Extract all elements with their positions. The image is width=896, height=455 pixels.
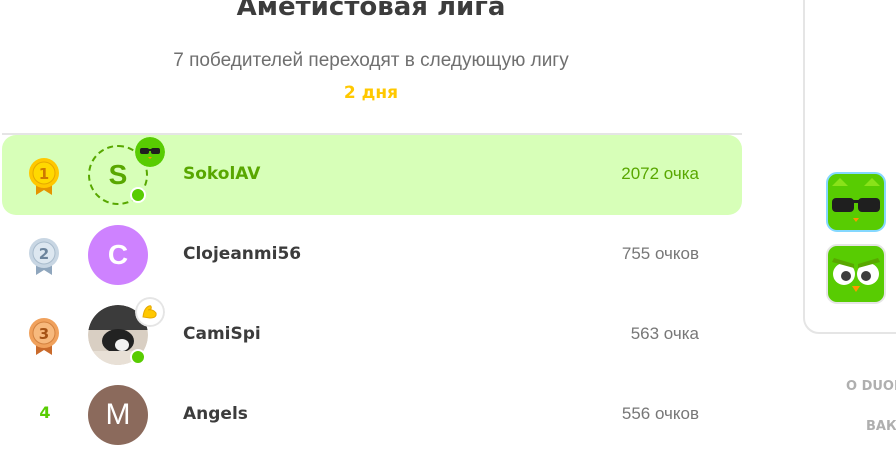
league-title: Аметистовая лига — [236, 0, 506, 22]
rank-label: 2 — [39, 245, 49, 263]
bronze-medal-icon: 3 — [29, 318, 59, 355]
leaderboard-row[interactable]: 4 M Angels 556 очков — [2, 375, 742, 455]
sunglasses-owl-icon — [826, 172, 886, 232]
league-subtitle: 7 победителей переходят в следующую лигу — [173, 50, 569, 71]
user-name: Clojeanmi56 — [183, 244, 302, 264]
footer-link-about[interactable]: О DUOL — [846, 379, 896, 394]
rank-label: 1 — [39, 165, 49, 183]
user-xp: 755 очков — [621, 244, 699, 263]
leaderboard-row[interactable]: 3 CamiSpi 563 очка — [2, 295, 742, 375]
user-name: CamiSpi — [183, 324, 261, 344]
user-xp: 563 очка — [630, 324, 699, 343]
silver-medal-icon: 2 — [29, 238, 59, 275]
user-xp: 2072 очка — [621, 164, 699, 183]
leaderboard-row[interactable]: 1 S SokolAV 2072 очка — [2, 135, 742, 215]
leaderboard-row[interactable]: 2 C Clojeanmi56 755 очков — [2, 215, 742, 295]
muscle-badge-icon — [135, 297, 165, 327]
user-xp: 556 очков — [621, 404, 699, 423]
gold-medal-icon: 1 — [29, 158, 59, 195]
angry-owl-icon — [826, 244, 886, 304]
rank-number: 4 — [39, 403, 51, 422]
avatar[interactable]: M — [88, 385, 148, 445]
user-name: Angels — [183, 404, 248, 424]
sunglasses-owl-badge-icon — [135, 137, 165, 167]
online-indicator — [130, 349, 146, 365]
online-indicator — [130, 187, 146, 203]
rank-label: 3 — [39, 325, 49, 343]
user-name: SokolAV — [183, 164, 261, 184]
leaderboard: 1 S SokolAV 2072 очка 2 C Clojeanmi56 75… — [2, 135, 742, 455]
avatar[interactable]: C — [88, 225, 148, 285]
footer-link-jobs[interactable]: ВАК — [866, 419, 896, 434]
league-timer: 2 дня — [343, 83, 399, 103]
